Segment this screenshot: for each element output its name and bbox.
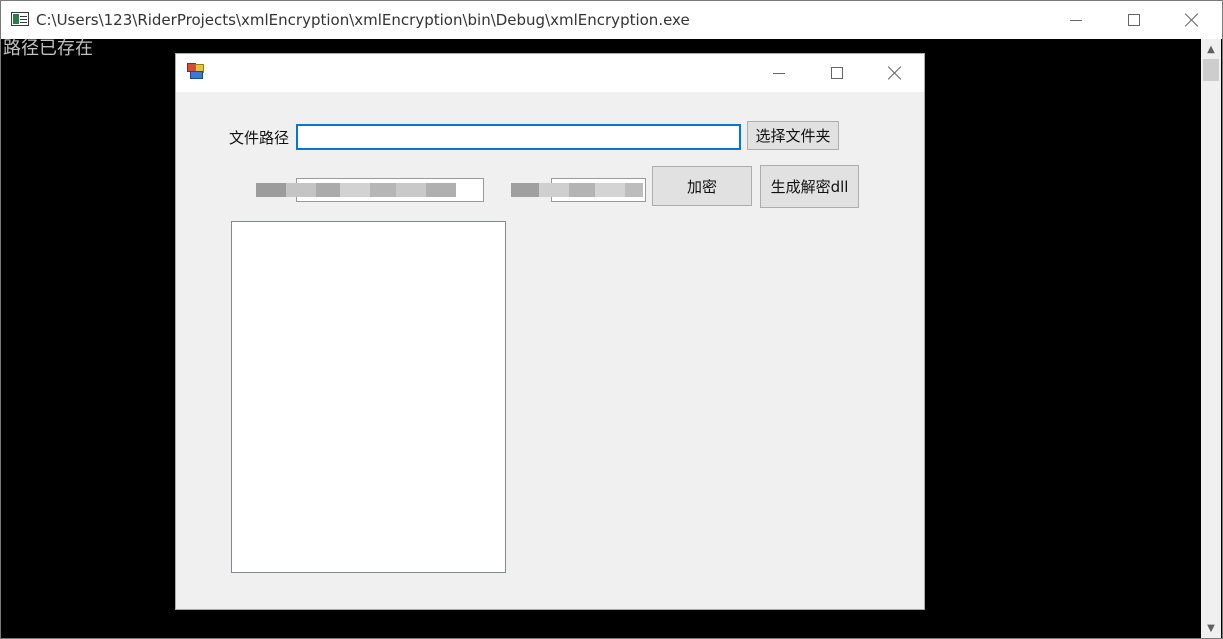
form-minimize-button[interactable] — [750, 54, 808, 92]
form-client-area: 文件路径 选择文件夹 加密 生成解密dll — [176, 92, 924, 610]
output-listbox[interactable] — [231, 221, 506, 573]
console-titlebar[interactable]: C:\Users\123\RiderProjects\xmlEncryption… — [1, 1, 1222, 39]
minimize-icon — [773, 72, 785, 74]
form-titlebar[interactable] — [176, 54, 924, 92]
file-path-input[interactable] — [298, 126, 739, 148]
console-app-icon — [11, 12, 29, 26]
close-icon — [888, 66, 902, 80]
form-maximize-button[interactable] — [808, 54, 866, 92]
maximize-icon — [1128, 14, 1140, 26]
console-close-button[interactable] — [1163, 1, 1221, 39]
generate-dll-button[interactable]: 生成解密dll — [760, 165, 859, 208]
scroll-thumb[interactable] — [1203, 59, 1219, 81]
form-close-button[interactable] — [866, 54, 924, 92]
scroll-down-arrow-icon[interactable]: ▼ — [1201, 619, 1221, 637]
console-maximize-button[interactable] — [1105, 1, 1163, 39]
maximize-icon — [831, 67, 843, 79]
minimize-icon — [1070, 19, 1082, 21]
form-window: 文件路径 选择文件夹 加密 生成解密dll — [175, 53, 925, 610]
close-icon — [1185, 13, 1199, 27]
redacted-field-2 — [511, 176, 646, 204]
redacted-field-1 — [256, 176, 484, 204]
console-title: C:\Users\123\RiderProjects\xmlEncryption… — [36, 11, 690, 29]
console-minimize-button[interactable] — [1047, 1, 1105, 39]
file-path-label: 文件路径 — [229, 129, 290, 147]
console-vertical-scrollbar[interactable]: ▲ ▼ — [1201, 39, 1221, 638]
encrypt-button[interactable]: 加密 — [652, 166, 752, 206]
form-app-icon — [187, 63, 205, 80]
scroll-up-arrow-icon[interactable]: ▲ — [1201, 40, 1221, 58]
file-path-input-box[interactable] — [296, 124, 741, 150]
console-output-line: 路径已存在 — [3, 38, 93, 59]
select-folder-button[interactable]: 选择文件夹 — [747, 121, 839, 150]
